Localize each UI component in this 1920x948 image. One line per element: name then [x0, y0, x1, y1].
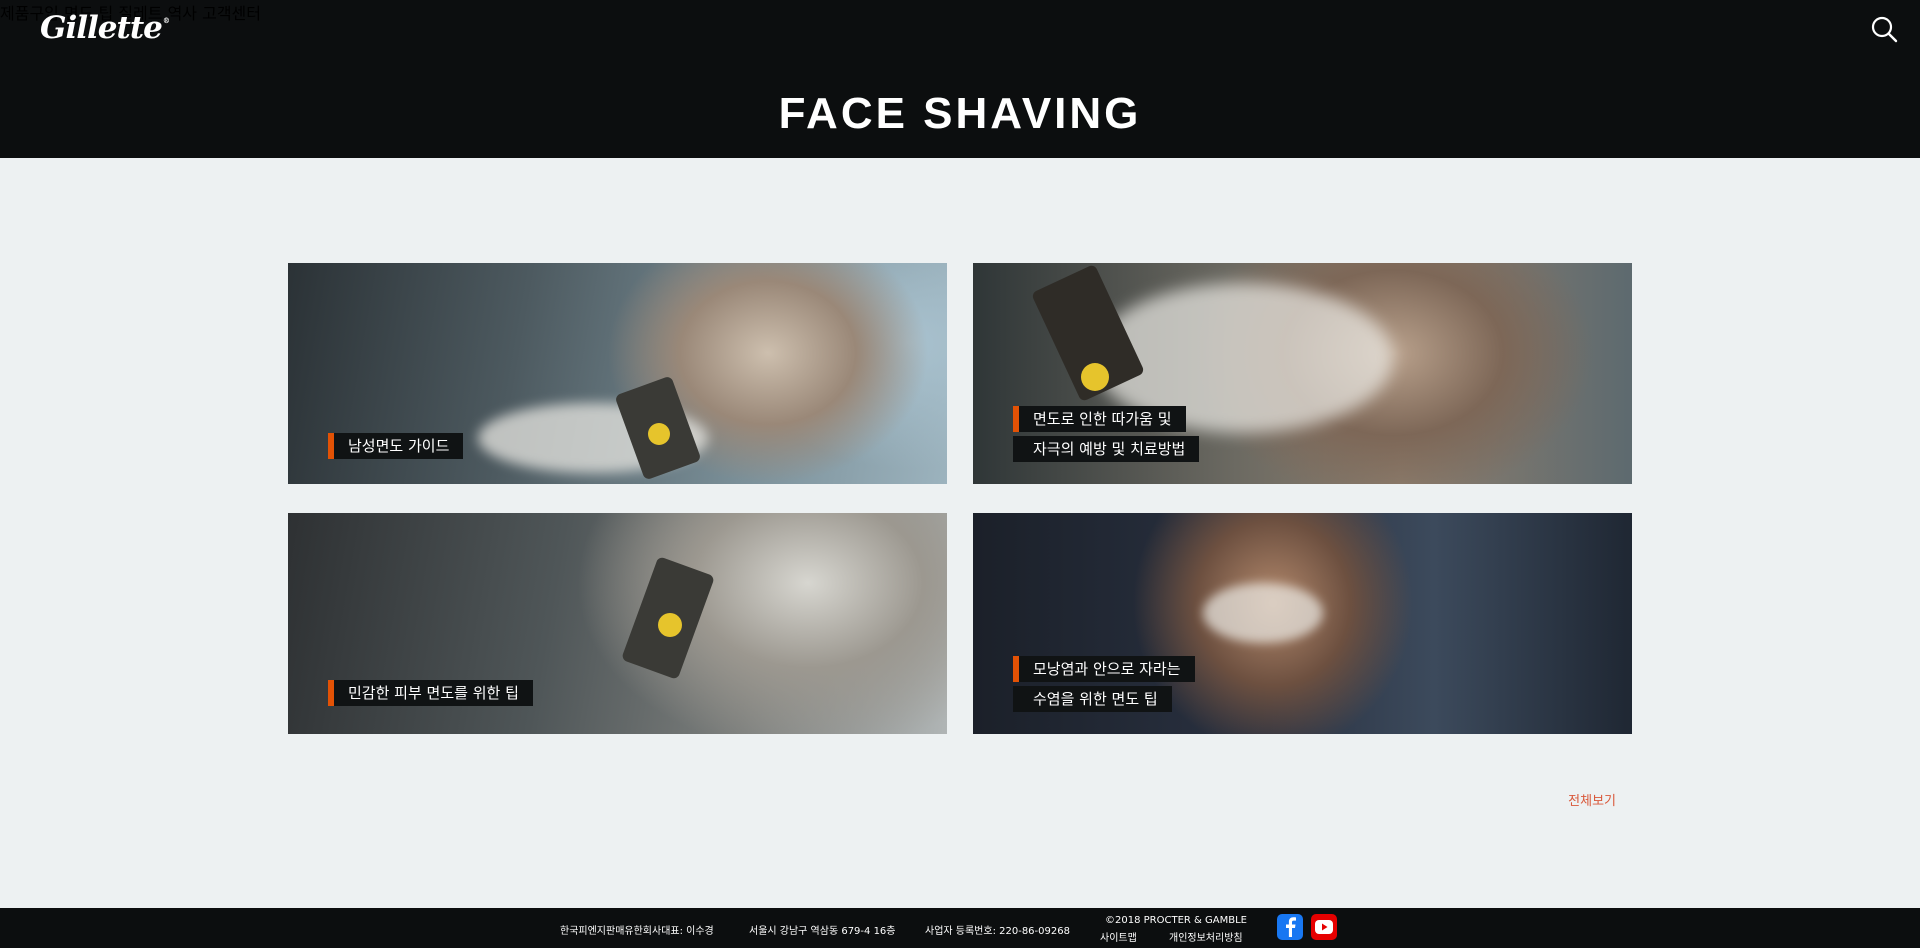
privacy-policy-link[interactable]: 개인정보처리방침 — [1169, 929, 1243, 944]
label-accent-bar — [1013, 406, 1019, 432]
article-card-sensitive-skin[interactable]: 민감한 피부 면도를 위한 팁 — [288, 513, 947, 734]
shaving-foam — [1203, 583, 1323, 643]
card-label-line: 자극의 예방 및 치료방법 — [1013, 436, 1200, 462]
page-title: FACE SHAVING — [778, 89, 1142, 138]
card-label-line: 수염을 위한 면도 팁 — [1013, 686, 1172, 712]
label-accent-bar — [328, 433, 334, 459]
footer-business-number: 사업자 등록번호: 220-86-09268 — [925, 926, 1070, 937]
card-label: 모낭염과 안으로 자라는 수염을 위한 면도 팁 — [1013, 656, 1195, 712]
top-nav-bar: Gillette® 제품구입 면도 팁 질레트 역사 고객센터 — [0, 0, 1920, 60]
footer-copyright: ©2018 PROCTER & GAMBLE — [1105, 915, 1247, 926]
view-all-link[interactable]: 전체보기 — [1568, 790, 1616, 809]
razor-accent — [648, 423, 670, 445]
search-icon[interactable] — [1870, 15, 1898, 43]
nav-item-customer-center[interactable]: 고객센터 — [202, 4, 261, 23]
card-label: 남성면도 가이드 — [328, 433, 464, 459]
gillette-logo[interactable]: Gillette® — [40, 10, 170, 46]
card-label-line: 면도로 인한 따가움 및 — [1013, 406, 1186, 432]
razor-accent — [1081, 363, 1109, 391]
page-hero: FACE SHAVING — [0, 60, 1920, 158]
card-label-line: 남성면도 가이드 — [328, 433, 464, 459]
card-label: 민감한 피부 면도를 위한 팁 — [328, 680, 533, 706]
article-card-folliculitis[interactable]: 모낭염과 안으로 자라는 수염을 위한 면도 팁 — [973, 513, 1632, 734]
article-card-shaving-guide[interactable]: 남성면도 가이드 — [288, 263, 947, 484]
card-label-line: 모낭염과 안으로 자라는 — [1013, 656, 1195, 682]
article-card-irritation[interactable]: 면도로 인한 따가움 및 자극의 예방 및 치료방법 — [973, 263, 1632, 484]
card-label-line: 민감한 피부 면도를 위한 팁 — [328, 680, 533, 706]
razor-accent — [658, 613, 682, 637]
youtube-icon[interactable] — [1311, 914, 1337, 940]
card-label: 면도로 인한 따가움 및 자극의 예방 및 치료방법 — [1013, 406, 1200, 462]
footer-address: 서울시 강남구 역삼동 679-4 16층 — [749, 926, 896, 937]
footer-company: 한국피엔지판매유한회사대표: 이수경 — [560, 926, 714, 937]
facebook-icon[interactable] — [1277, 914, 1303, 940]
label-accent-bar — [328, 680, 334, 706]
footer: 한국피엔지판매유한회사대표: 이수경 서울시 강남구 역삼동 679-4 16층… — [0, 908, 1920, 948]
label-accent-bar — [1013, 656, 1019, 682]
sitemap-link[interactable]: 사이트맵 — [1100, 929, 1137, 944]
